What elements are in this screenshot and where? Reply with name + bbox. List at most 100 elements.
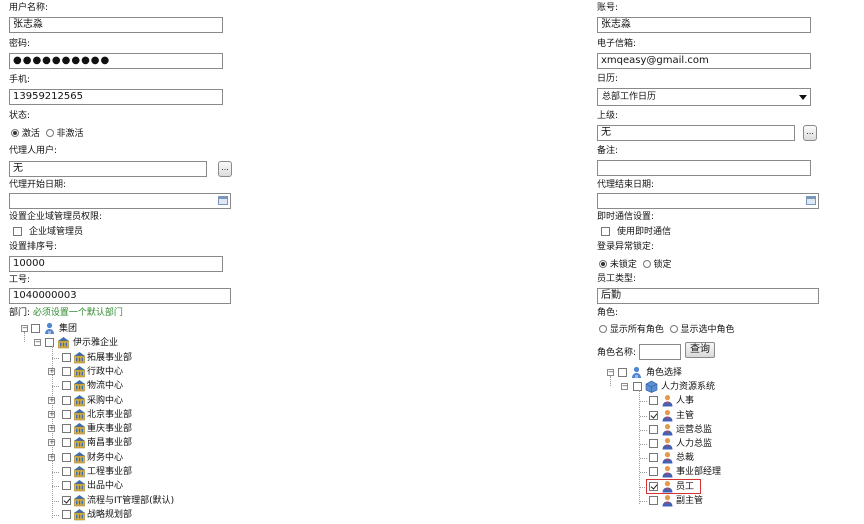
expand-toggle[interactable]: + <box>48 439 55 447</box>
proxy-user-field[interactable]: 无 <box>9 161 207 177</box>
unlocked-label: 未锁定 <box>609 260 637 270</box>
tree-node-label: 物流中心 <box>87 381 124 392</box>
proxy-end-date-field[interactable] <box>597 193 819 209</box>
superior-field[interactable]: 无 <box>597 125 795 141</box>
tree-checkbox[interactable] <box>649 453 658 463</box>
calendar-icon[interactable] <box>806 196 816 205</box>
im-checkbox[interactable] <box>601 227 610 236</box>
collapse-toggle[interactable]: − <box>21 325 28 332</box>
tree-checkbox[interactable] <box>62 424 71 434</box>
superior-label: 上级: <box>597 111 619 121</box>
username-label: 用户名称: <box>9 3 49 13</box>
account-field[interactable]: 张志淼 <box>597 17 811 33</box>
collapse-toggle[interactable]: − <box>621 383 628 391</box>
tree-checkbox[interactable] <box>633 382 642 392</box>
building-icon <box>73 494 86 507</box>
job-number-field[interactable]: 1040000003 <box>9 288 231 304</box>
admin-checkbox[interactable] <box>13 227 22 236</box>
tree-checkbox[interactable] <box>649 467 658 477</box>
building-icon <box>73 408 86 421</box>
tree-node-label: 重庆事业部 <box>87 424 133 435</box>
calendar-select[interactable]: 总部工作日历 <box>597 88 811 106</box>
unlocked-radio[interactable] <box>599 260 607 268</box>
proxy-end-date-label: 代理结束日期: <box>597 180 655 190</box>
tree-checkbox[interactable] <box>62 481 71 491</box>
tree-checkbox[interactable] <box>62 438 71 448</box>
role-selected-label: 显示选中角色 <box>680 325 735 335</box>
employee-type-field[interactable]: 后勤 <box>597 288 819 304</box>
building-icon <box>73 394 86 407</box>
group-icon <box>630 366 643 379</box>
tree-line <box>52 514 59 516</box>
tree-checkbox[interactable] <box>62 409 71 419</box>
expand-toggle[interactable]: + <box>48 367 55 375</box>
admin-checkbox-label: 企业域管理员 <box>29 227 84 237</box>
tree-node-label: 流程与IT管理部(默认) <box>87 495 175 506</box>
role-all-label: 显示所有角色 <box>609 325 664 335</box>
im-settings-label: 即时通信设置: <box>597 212 655 222</box>
collapse-toggle[interactable]: − <box>34 339 41 347</box>
dept-label-row: 部门: 必须设置一个默认部门 <box>9 308 123 319</box>
tree-checkbox[interactable] <box>649 495 658 505</box>
person-icon <box>661 451 674 464</box>
proxy-user-picker-button[interactable]: ... <box>218 161 232 177</box>
password-field[interactable]: ●●●●●●●●●● <box>9 53 223 69</box>
sort-number-label: 设置排序号: <box>9 242 58 252</box>
tree-checkbox[interactable] <box>62 366 71 376</box>
role-all-radio[interactable] <box>599 325 607 333</box>
tree-checkbox[interactable] <box>62 495 71 505</box>
tree-checkbox[interactable] <box>649 424 658 434</box>
tree-node-label: 主管 <box>676 410 695 421</box>
username-field[interactable]: 张志淼 <box>9 17 223 33</box>
lock-radio-group: 未锁定 锁定 <box>599 260 672 271</box>
tree-node-label: 工程事业部 <box>87 467 133 477</box>
tree-node-label: 人力资源系统 <box>661 382 716 393</box>
tree-checkbox[interactable] <box>649 396 658 406</box>
calendar-select-value: 总部工作日历 <box>602 92 657 102</box>
tree-checkbox[interactable] <box>62 452 71 462</box>
person-icon <box>661 409 674 422</box>
email-field[interactable]: xmqeasy@gmail.com <box>597 53 811 69</box>
calendar-icon[interactable] <box>218 196 228 205</box>
tree-node-label: 角色选择 <box>646 368 683 378</box>
tree-checkbox[interactable] <box>62 395 71 405</box>
tree-node-label: 事业部经理 <box>676 467 722 478</box>
status-inactive-radio[interactable] <box>45 129 54 137</box>
tree-checkbox[interactable] <box>31 324 40 333</box>
account-label: 账号: <box>597 3 619 13</box>
im-checkbox-label: 使用即时通信 <box>617 227 672 237</box>
phone-field[interactable]: 13959212565 <box>9 89 223 105</box>
building-icon <box>57 336 70 349</box>
dept-label: 部门: <box>9 308 31 318</box>
collapse-toggle[interactable]: − <box>607 369 614 376</box>
tree-node-label: 拓展事业部 <box>87 352 133 363</box>
expand-toggle[interactable]: + <box>48 425 55 433</box>
proxy-start-date-field[interactable] <box>9 193 231 209</box>
query-button[interactable]: 查询 <box>685 342 715 358</box>
tree-node-label: 行政中心 <box>87 366 124 377</box>
tree-line <box>640 401 647 403</box>
role-selected-radio[interactable] <box>669 325 678 333</box>
tree-checkbox[interactable] <box>62 467 71 476</box>
tree-checkbox[interactable] <box>618 368 627 377</box>
remark-label: 备注: <box>597 146 619 156</box>
tree-checkbox[interactable] <box>649 410 658 420</box>
login-lock-label: 登录异常锁定: <box>597 242 655 252</box>
sort-number-field[interactable]: 10000 <box>9 256 223 272</box>
status-active-radio[interactable] <box>11 129 19 137</box>
building-icon <box>73 379 86 392</box>
tree-checkbox[interactable] <box>649 439 658 448</box>
expand-toggle[interactable]: + <box>48 396 55 404</box>
locked-radio[interactable] <box>642 260 651 268</box>
role-name-input[interactable] <box>639 344 681 360</box>
remark-field[interactable] <box>597 160 811 176</box>
tree-line <box>640 415 647 417</box>
email-label: 电子信箱: <box>597 39 637 49</box>
tree-checkbox[interactable] <box>62 509 71 519</box>
expand-toggle[interactable]: + <box>48 410 55 418</box>
superior-picker-button[interactable]: ... <box>803 125 817 141</box>
tree-checkbox[interactable] <box>62 352 71 362</box>
tree-checkbox[interactable] <box>62 381 71 391</box>
expand-toggle[interactable]: + <box>48 453 55 461</box>
status-active-label: 激活 <box>21 129 40 139</box>
